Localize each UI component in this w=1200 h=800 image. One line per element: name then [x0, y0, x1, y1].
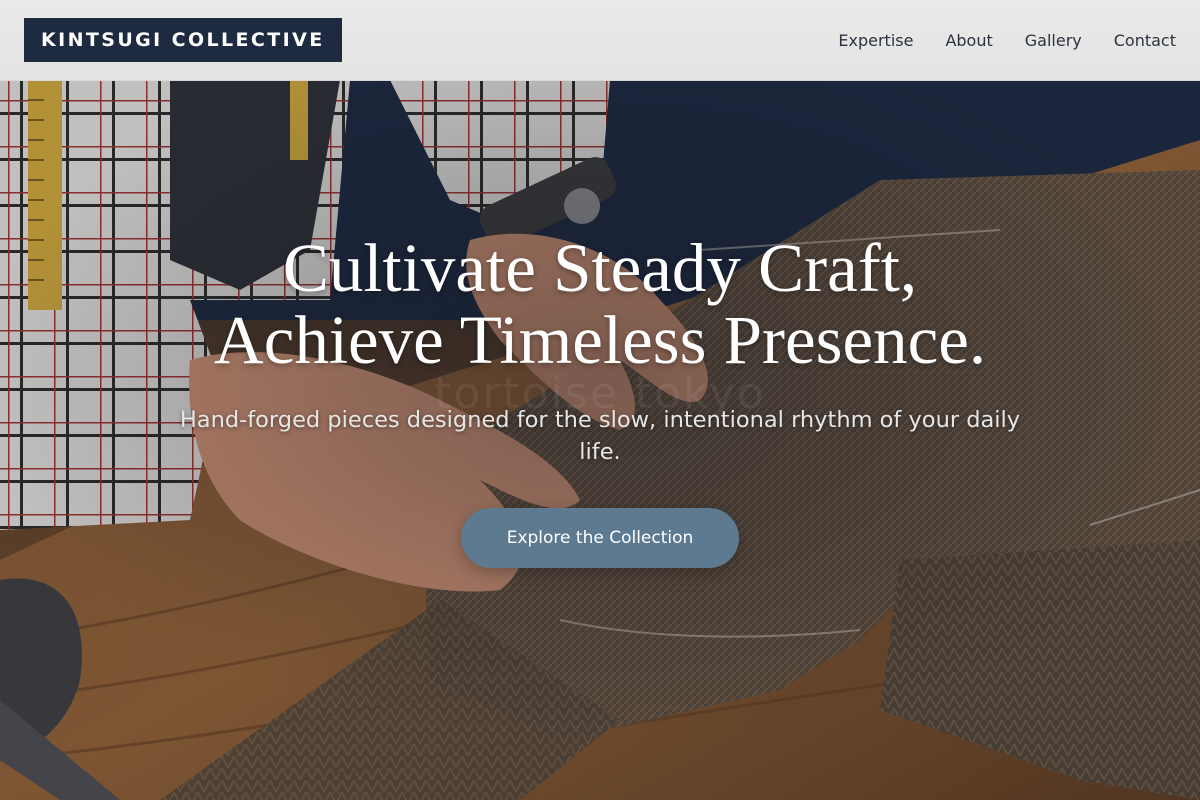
nav-link-about[interactable]: About: [945, 31, 992, 50]
hero-headline-line-2: Achieve Timeless Presence.: [213, 302, 987, 378]
main-nav: Expertise About Gallery Contact: [838, 31, 1176, 50]
brand-logo[interactable]: KINTSUGI COLLECTIVE: [24, 18, 342, 62]
site-header: KINTSUGI COLLECTIVE Expertise About Gall…: [0, 0, 1200, 81]
nav-link-contact[interactable]: Contact: [1114, 31, 1176, 50]
nav-link-gallery[interactable]: Gallery: [1025, 31, 1082, 50]
hero-headline-line-1: Cultivate Steady Craft,: [282, 230, 918, 306]
explore-collection-button[interactable]: Explore the Collection: [461, 508, 739, 568]
nav-link-expertise[interactable]: Expertise: [838, 31, 913, 50]
hero-subheadline: Hand-forged pieces designed for the slow…: [179, 407, 1021, 465]
hero-headline: Cultivate Steady Craft, Achieve Timeless…: [0, 232, 1200, 376]
hero-content: Cultivate Steady Craft, Achieve Timeless…: [0, 232, 1200, 568]
